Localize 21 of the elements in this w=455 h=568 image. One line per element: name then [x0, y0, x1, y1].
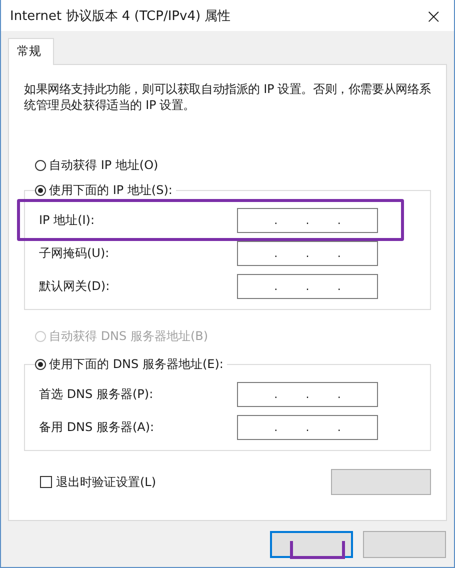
field-label: 备用 DNS 服务器(A):	[39, 419, 154, 436]
ip-address-field[interactable]: . . .	[237, 274, 378, 299]
tab[interactable]: 常规	[8, 38, 54, 65]
description-text: 如果网络支持此功能，则可以获取自动指派的 IP 设置。否则，你需要从网络系统管理员处获得适当的 IP 设置。	[24, 81, 431, 113]
ip-address-field[interactable]: . . .	[237, 415, 378, 440]
field-label: 子网掩码(U):	[39, 245, 110, 262]
dialog-button[interactable]	[270, 531, 353, 558]
radio-label[interactable]: 自动获得 IP 地址(O)	[49, 157, 158, 173]
field-label: 首选 DNS 服务器(P):	[39, 386, 154, 403]
radio-button[interactable]	[35, 160, 46, 170]
close-button[interactable]: ×	[425, 6, 442, 26]
radio-button[interactable]	[35, 358, 46, 370]
radio-button[interactable]	[35, 184, 46, 196]
field-label: 默认网关(D):	[39, 278, 110, 295]
ip-address-field[interactable]: . . .	[237, 382, 378, 407]
field-label: IP 地址(I):	[39, 212, 95, 229]
checkbox[interactable]	[40, 476, 52, 488]
checkbox-label[interactable]: 退出时验证设置(L)	[56, 474, 156, 490]
ip-address-field[interactable]: . . .	[237, 241, 378, 266]
ip-address-field[interactable]: . . .	[237, 208, 378, 233]
window-title: Internet 协议版本 4 (TCP/IPv4) 属性	[10, 8, 231, 24]
